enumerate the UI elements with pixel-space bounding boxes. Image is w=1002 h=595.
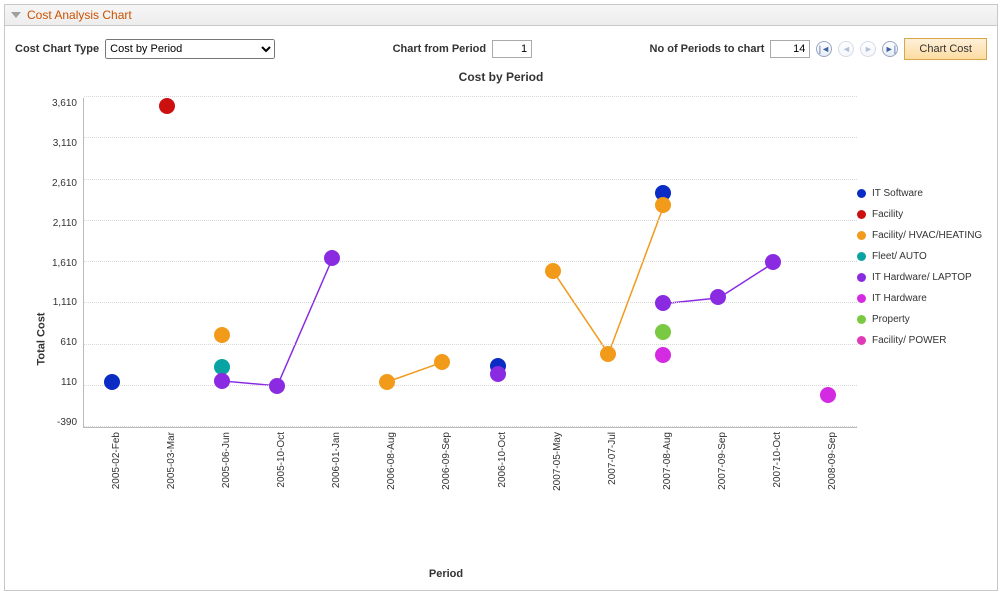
x-tick: 2006-01-Jan bbox=[331, 432, 342, 488]
x-tick: 2006-08-Aug bbox=[386, 432, 397, 490]
chart-from-label: Chart from Period bbox=[393, 43, 487, 55]
chart-from-input[interactable] bbox=[492, 40, 532, 58]
chart-plot-region: 3,610 3,110 2,610 2,110 1,610 1,110 610 110 -390… bbox=[15, 98, 857, 580]
chart-legend: IT Software Facility Facility/ HVAC/HEATIN… bbox=[857, 98, 987, 580]
legend-label: IT Hardware/ LAPTOP bbox=[872, 272, 972, 283]
x-tick: 2007-10-Oct bbox=[772, 432, 783, 488]
legend-item[interactable]: Fleet/ AUTO bbox=[857, 251, 987, 262]
collapse-toggle-icon[interactable] bbox=[11, 12, 21, 18]
legend-swatch-icon bbox=[857, 252, 866, 261]
data-point[interactable] bbox=[269, 378, 285, 394]
x-tick: 2007-05-May bbox=[552, 432, 563, 491]
x-axis: 2005-02-Feb 2005-03-Mar 2005-06-Jun 2005-10… bbox=[35, 428, 857, 498]
panel-body: Cost Chart Type Cost by Period Chart fro… bbox=[5, 26, 997, 590]
chart-cost-button[interactable]: Chart Cost bbox=[904, 38, 987, 60]
data-point[interactable] bbox=[434, 354, 450, 370]
n-periods-input[interactable] bbox=[770, 40, 810, 58]
x-tick: 2006-09-Sep bbox=[441, 432, 452, 490]
y-tick: 3,610 bbox=[52, 98, 77, 109]
x-tick: 2005-06-Jun bbox=[221, 432, 232, 488]
data-point[interactable] bbox=[600, 346, 616, 362]
legend-label: Facility/ HVAC/HEATING bbox=[872, 230, 982, 241]
legend-label: Facility/ POWER bbox=[872, 335, 946, 346]
legend-swatch-icon bbox=[857, 231, 866, 240]
data-point[interactable] bbox=[655, 347, 671, 363]
chart-type-label: Cost Chart Type bbox=[15, 43, 99, 55]
data-point[interactable] bbox=[159, 98, 175, 114]
n-periods-label: No of Periods to chart bbox=[650, 43, 765, 55]
chart-toolbar: Cost Chart Type Cost by Period Chart fro… bbox=[15, 34, 987, 70]
x-tick: 2008-09-Sep bbox=[827, 432, 838, 490]
legend-swatch-icon bbox=[857, 273, 866, 282]
x-tick: 2006-10-Oct bbox=[497, 432, 508, 488]
y-tick: -390 bbox=[57, 417, 77, 428]
plot-area bbox=[83, 98, 857, 428]
data-point[interactable] bbox=[379, 374, 395, 390]
data-point[interactable] bbox=[710, 289, 726, 305]
y-tick: 3,110 bbox=[53, 138, 77, 149]
data-point[interactable] bbox=[655, 197, 671, 213]
legend-item[interactable]: IT Hardware/ LAPTOP bbox=[857, 272, 987, 283]
legend-label: IT Software bbox=[872, 188, 923, 199]
legend-item[interactable]: Facility/ HVAC/HEATING bbox=[857, 230, 987, 241]
y-tick: 610 bbox=[60, 337, 77, 348]
panel-header[interactable]: Cost Analysis Chart bbox=[5, 5, 997, 26]
chart-type-select[interactable]: Cost by Period bbox=[105, 39, 275, 59]
y-axis: 3,610 3,110 2,610 2,110 1,610 1,110 610 110 -390 bbox=[35, 98, 83, 428]
legend-item[interactable]: Facility bbox=[857, 209, 987, 220]
nav-last-icon[interactable]: ►| bbox=[882, 41, 898, 57]
y-tick: 1,610 bbox=[52, 258, 77, 269]
x-tick: 2007-08-Aug bbox=[662, 432, 673, 490]
data-point[interactable] bbox=[655, 324, 671, 340]
legend-item[interactable]: IT Software bbox=[857, 188, 987, 199]
y-tick: 2,610 bbox=[52, 178, 77, 189]
legend-swatch-icon bbox=[857, 294, 866, 303]
data-point[interactable] bbox=[765, 254, 781, 270]
data-point[interactable] bbox=[545, 263, 561, 279]
legend-swatch-icon bbox=[857, 210, 866, 219]
legend-item[interactable]: IT Hardware bbox=[857, 293, 987, 304]
data-point[interactable] bbox=[324, 250, 340, 266]
cost-analysis-panel: Cost Analysis Chart Cost Chart Type Cost… bbox=[4, 4, 998, 591]
panel-title: Cost Analysis Chart bbox=[27, 8, 132, 22]
nav-prev-icon[interactable]: ◄ bbox=[838, 41, 854, 57]
legend-label: Fleet/ AUTO bbox=[872, 251, 927, 262]
data-point[interactable] bbox=[104, 374, 120, 390]
legend-label: Facility bbox=[872, 209, 903, 220]
legend-swatch-icon bbox=[857, 336, 866, 345]
data-point[interactable] bbox=[655, 295, 671, 311]
y-tick: 2,110 bbox=[53, 218, 77, 229]
data-point[interactable] bbox=[214, 373, 230, 389]
chart-title: Cost by Period bbox=[15, 70, 987, 84]
y-tick: 1,110 bbox=[53, 297, 77, 308]
x-tick: 2007-07-Jul bbox=[607, 432, 618, 485]
legend-swatch-icon bbox=[857, 315, 866, 324]
x-axis-label: Period bbox=[35, 568, 857, 580]
x-tick: 2005-10-Oct bbox=[276, 432, 287, 488]
data-point[interactable] bbox=[214, 327, 230, 343]
legend-swatch-icon bbox=[857, 189, 866, 198]
x-tick: 2007-09-Sep bbox=[717, 432, 728, 490]
plot-lines bbox=[84, 98, 857, 427]
legend-label: IT Hardware bbox=[872, 293, 927, 304]
y-tick: 110 bbox=[61, 377, 77, 388]
legend-item[interactable]: Property bbox=[857, 314, 987, 325]
data-point[interactable] bbox=[490, 366, 506, 382]
x-tick: 2005-02-Feb bbox=[111, 432, 122, 489]
chart-container: Total Cost 3,6103,1102,6102,1101,6101,11… bbox=[15, 98, 987, 580]
legend-item[interactable]: Facility/ POWER bbox=[857, 335, 987, 346]
data-point[interactable] bbox=[820, 387, 836, 403]
nav-first-icon[interactable]: |◄ bbox=[816, 41, 832, 57]
legend-label: Property bbox=[872, 314, 910, 325]
nav-next-icon[interactable]: ► bbox=[860, 41, 876, 57]
x-tick: 2005-03-Mar bbox=[166, 432, 177, 489]
